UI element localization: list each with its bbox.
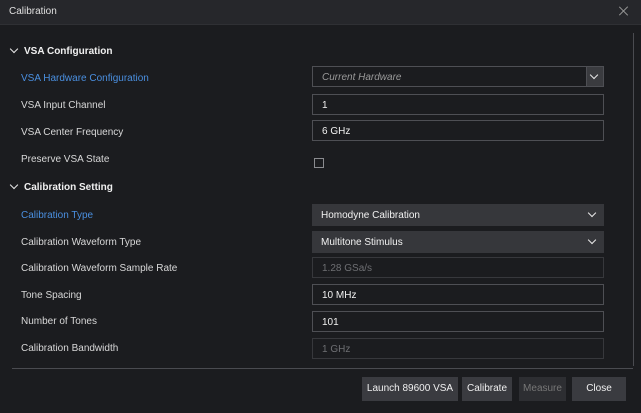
- calibrate-button[interactable]: Calibrate: [462, 377, 512, 401]
- waveform-sample-rate-field: 1.28 GSa/s: [312, 257, 604, 278]
- launch-vsa-button[interactable]: Launch 89600 VSA: [362, 377, 458, 401]
- section-title: Calibration Setting: [24, 182, 113, 193]
- calibration-type-label[interactable]: Calibration Type: [21, 210, 93, 221]
- waveform-sample-rate-label: Calibration Waveform Sample Rate: [21, 263, 178, 274]
- select-value: Homodyne Calibration: [321, 210, 420, 221]
- chevron-down-icon: [587, 208, 597, 218]
- title-bar: Calibration: [0, 0, 641, 25]
- calibration-bandwidth-label: Calibration Bandwidth: [21, 343, 119, 354]
- window-title: Calibration: [9, 6, 57, 17]
- preserve-vsa-state-label: Preserve VSA State: [21, 154, 110, 165]
- close-icon[interactable]: [617, 4, 631, 18]
- vsa-center-frequency-field[interactable]: 6 GHz: [312, 120, 604, 141]
- tone-spacing-field[interactable]: 10 MHz: [312, 284, 604, 305]
- preserve-vsa-state-checkbox[interactable]: [314, 158, 324, 168]
- measure-button[interactable]: Measure: [519, 377, 566, 401]
- number-of-tones-field[interactable]: 101: [312, 311, 604, 332]
- combo-value: Current Hardware: [322, 72, 402, 83]
- section-calibration-setting[interactable]: Calibration Setting: [9, 180, 113, 193]
- chevron-down-icon: [587, 235, 597, 245]
- calibration-bandwidth-field: 1 GHz: [312, 338, 604, 359]
- section-title: VSA Configuration: [24, 46, 113, 57]
- close-button[interactable]: Close: [572, 377, 626, 401]
- select-value: Multitone Stimulus: [321, 237, 403, 248]
- vsa-input-channel-field[interactable]: 1: [312, 94, 604, 115]
- chevron-down-icon: [9, 44, 19, 54]
- footer-divider: [12, 368, 633, 369]
- dropdown-button[interactable]: [586, 67, 603, 86]
- vsa-input-channel-label: VSA Input Channel: [21, 100, 106, 111]
- chevron-down-icon: [9, 180, 19, 190]
- calibration-waveform-type-select[interactable]: Multitone Stimulus: [312, 231, 604, 253]
- chevron-down-icon: [589, 70, 599, 80]
- vsa-hardware-config-label[interactable]: VSA Hardware Configuration: [21, 73, 149, 84]
- number-of-tones-label: Number of Tones: [21, 316, 97, 327]
- vsa-hardware-config-combo[interactable]: Current Hardware: [312, 66, 604, 87]
- vsa-center-frequency-label: VSA Center Frequency: [21, 127, 124, 138]
- calibration-type-select[interactable]: Homodyne Calibration: [312, 204, 604, 226]
- section-vsa-configuration[interactable]: VSA Configuration: [9, 44, 113, 57]
- calibration-waveform-type-label: Calibration Waveform Type: [21, 237, 142, 248]
- tone-spacing-label: Tone Spacing: [21, 290, 82, 301]
